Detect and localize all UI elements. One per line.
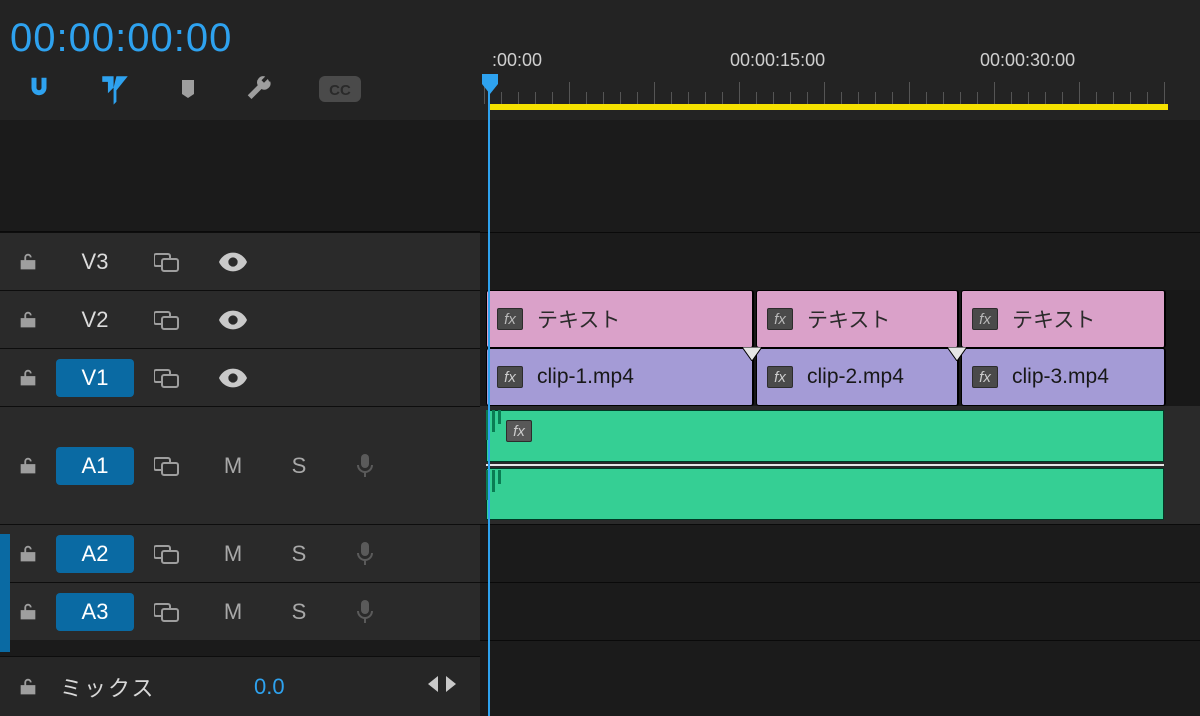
track-label[interactable]: A2 (56, 535, 134, 573)
svg-text:CC: CC (329, 82, 351, 99)
track-header-a1[interactable]: A1 M S (0, 406, 480, 524)
ruler-label: 00:00:15:00 (730, 50, 825, 71)
track-label[interactable]: A3 (56, 593, 134, 631)
ruler-label: 00:00:30:00 (980, 50, 1075, 71)
ruler-label: :00:00 (492, 50, 542, 71)
linked-selection-icon[interactable] (98, 72, 132, 106)
wrench-icon[interactable] (244, 74, 274, 104)
fx-badge[interactable]: fx (767, 366, 793, 388)
track-header-v2[interactable]: V2 (0, 290, 480, 348)
track-label[interactable]: V3 (56, 243, 134, 281)
lock-icon[interactable] (0, 407, 56, 524)
timeline-clip-area[interactable]: fx テキスト fx テキスト fx テキスト fx clip-1.mp4 fx clip-2.… (480, 120, 1200, 716)
solo-button[interactable]: S (266, 583, 332, 640)
lock-icon[interactable] (0, 657, 56, 716)
mute-button[interactable]: M (200, 407, 266, 524)
fx-badge[interactable]: fx (497, 366, 523, 388)
track-header-a3[interactable]: A3 M S (0, 582, 480, 640)
timeline-ruler[interactable]: :00:00 00:00:15:00 00:00:30:00 (480, 0, 1200, 120)
eye-icon[interactable] (200, 349, 266, 406)
lock-icon[interactable] (0, 233, 56, 290)
track-label[interactable]: V1 (56, 359, 134, 397)
video-clip[interactable]: fx clip-1.mp4 (486, 348, 754, 406)
lane-v1[interactable]: fx clip-1.mp4 fx clip-2.mp4 fx clip-3.mp4 (480, 348, 1200, 406)
lane-a1[interactable]: fx (480, 406, 1200, 524)
sync-lock-icon[interactable] (134, 525, 200, 582)
playhead-line[interactable] (488, 78, 490, 716)
clip-label: clip-2.mp4 (807, 365, 904, 389)
fx-badge[interactable]: fx (972, 308, 998, 330)
sync-lock-icon[interactable] (134, 349, 200, 406)
fx-badge[interactable]: fx (767, 308, 793, 330)
a1-selection-marker (0, 534, 10, 652)
captions-icon[interactable]: CC (318, 75, 362, 103)
mix-expand-icon[interactable] (428, 674, 456, 699)
sync-lock-icon[interactable] (134, 407, 200, 524)
clip-label: clip-1.mp4 (537, 365, 634, 389)
timeline-toolbar: CC (24, 72, 362, 106)
work-area-bar[interactable] (488, 104, 1168, 110)
track-header-v1[interactable]: V1 (0, 348, 480, 406)
mic-icon[interactable] (332, 407, 398, 524)
clip-label: テキスト (537, 304, 620, 334)
mix-row[interactable]: ミックス 0.0 (0, 656, 480, 716)
mix-value[interactable]: 0.0 (254, 674, 285, 700)
marker-icon[interactable] (176, 77, 200, 101)
video-clip[interactable]: fx clip-2.mp4 (756, 348, 959, 406)
solo-button[interactable]: S (266, 407, 332, 524)
lane-v2[interactable]: fx テキスト fx テキスト fx テキスト (480, 290, 1200, 348)
text-clip[interactable]: fx テキスト (961, 290, 1166, 348)
track-label[interactable]: A1 (56, 447, 134, 485)
text-clip[interactable]: fx テキスト (756, 290, 959, 348)
playhead-head-icon[interactable] (480, 74, 500, 101)
text-clip[interactable]: fx テキスト (486, 290, 754, 348)
clip-label: テキスト (807, 304, 890, 334)
eye-icon[interactable] (200, 233, 266, 290)
solo-button[interactable]: S (266, 525, 332, 582)
track-header-v3[interactable]: V3 (0, 232, 480, 290)
track-header-panel: V3 V2 V1 A1 M S A2 M S A3 M (0, 120, 480, 716)
sync-lock-icon[interactable] (134, 291, 200, 348)
lock-icon[interactable] (0, 291, 56, 348)
track-label[interactable]: V2 (56, 301, 134, 339)
eye-icon[interactable] (200, 291, 266, 348)
sync-lock-icon[interactable] (134, 583, 200, 640)
lane-a2[interactable] (480, 524, 1200, 582)
clip-label: テキスト (1012, 304, 1095, 334)
fx-badge[interactable]: fx (972, 366, 998, 388)
clip-label: clip-3.mp4 (1012, 365, 1109, 389)
lane-a3[interactable] (480, 582, 1200, 640)
timeline-header: 00:00:00:00 CC (0, 0, 480, 120)
snap-icon[interactable] (24, 74, 54, 104)
current-timecode[interactable]: 00:00:00:00 (10, 16, 232, 61)
mute-button[interactable]: M (200, 525, 266, 582)
mic-icon[interactable] (332, 583, 398, 640)
lock-icon[interactable] (0, 349, 56, 406)
track-header-a2[interactable]: A2 M S (0, 524, 480, 582)
lane-v3[interactable] (480, 232, 1200, 290)
sync-lock-icon[interactable] (134, 233, 200, 290)
video-clip[interactable]: fx clip-3.mp4 (961, 348, 1166, 406)
mic-icon[interactable] (332, 525, 398, 582)
mute-button[interactable]: M (200, 583, 266, 640)
mix-label: ミックス (60, 671, 155, 703)
fx-badge[interactable]: fx (497, 308, 523, 330)
